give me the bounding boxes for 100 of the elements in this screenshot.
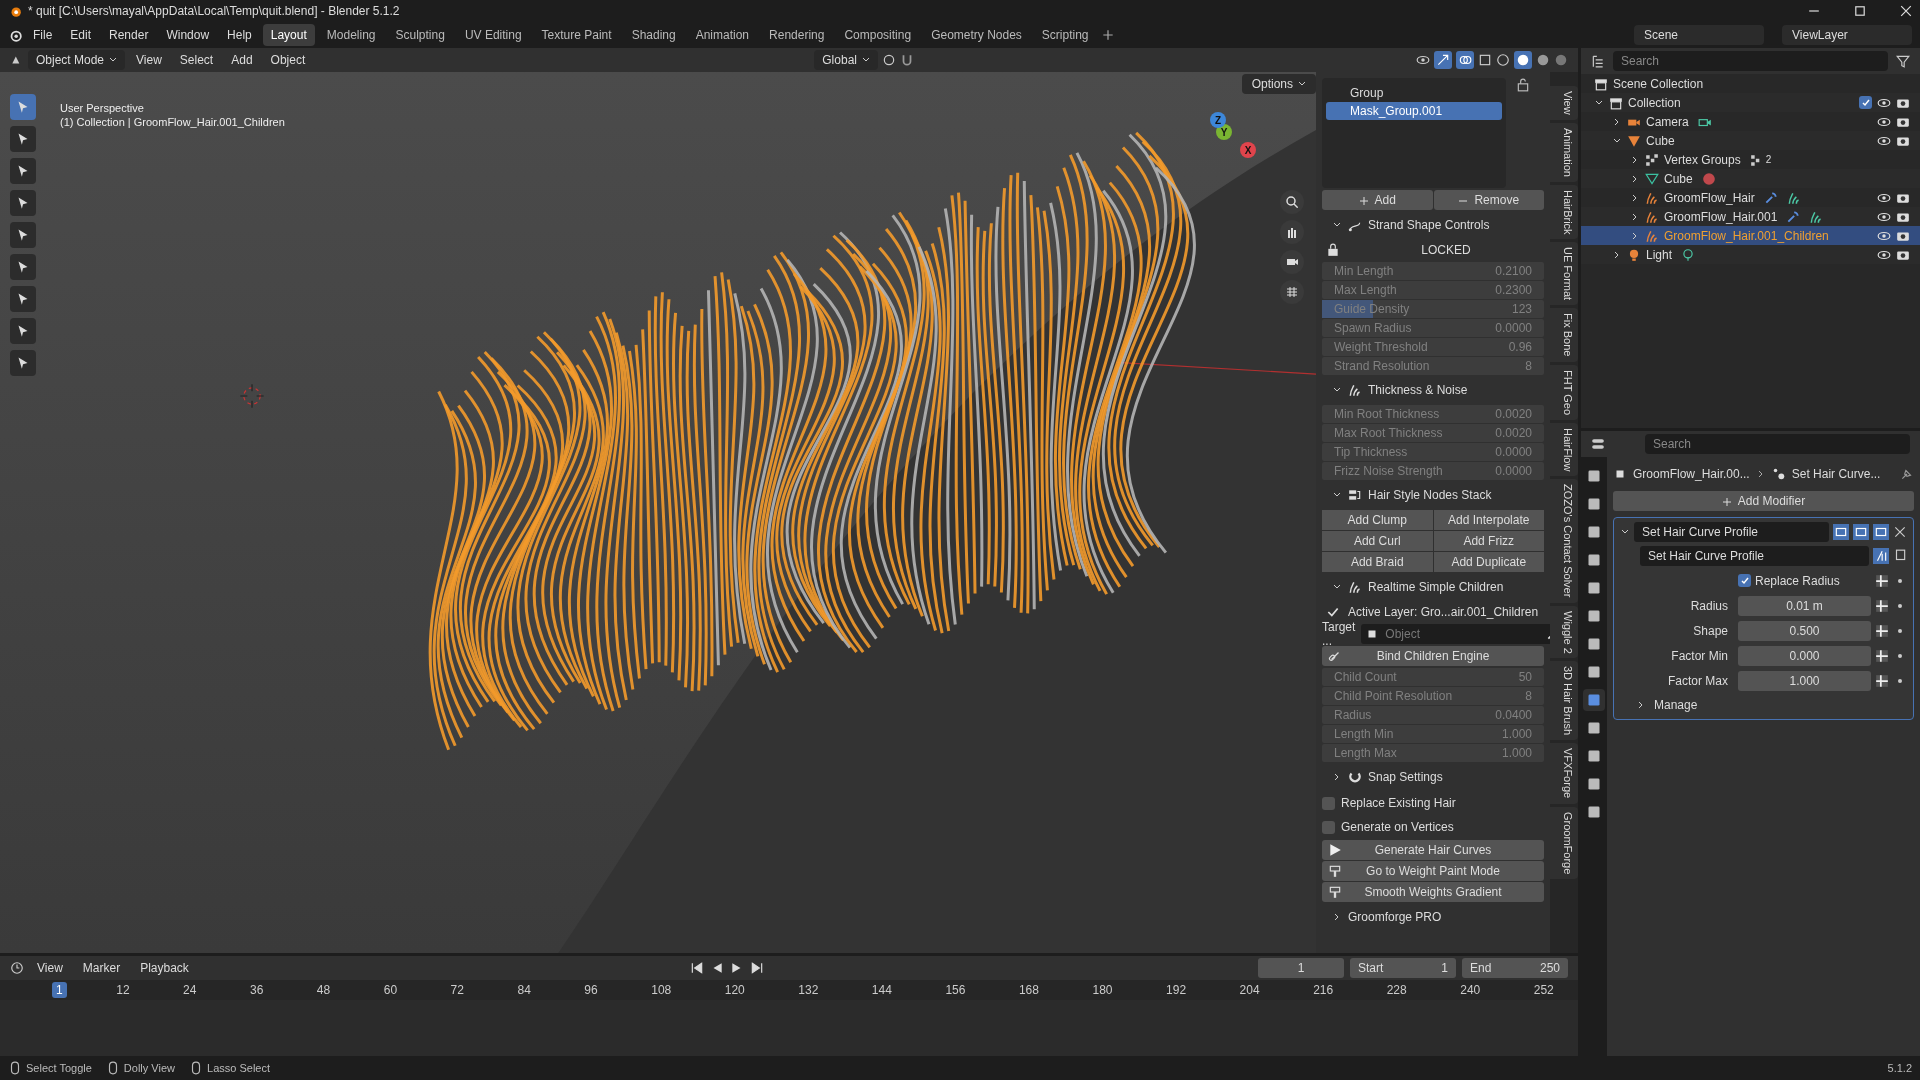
add-node-button[interactable]: Add Curl [1322,531,1433,551]
menu-item[interactable]: File [26,25,60,45]
maximize-icon[interactable] [1854,5,1866,17]
jump-start-icon[interactable] [689,961,704,975]
menu-item[interactable]: Window [159,25,217,45]
panel-header[interactable]: Thickness & Noise [1368,383,1468,397]
checkbox[interactable] [1859,96,1872,109]
sidebar-tab[interactable]: VFXForge [1550,743,1578,804]
sidebar-tab[interactable]: Wiggle 2 [1550,605,1578,659]
solid-shading-icon[interactable] [1514,51,1532,69]
object-field[interactable]: Object [1361,624,1550,644]
search-field[interactable]: Search [1613,51,1888,71]
scene-selector[interactable]: Scene [1634,25,1764,45]
remove-button[interactable]: Remove [1433,190,1544,210]
axis-ball[interactable]: X [1240,142,1256,158]
menu-item[interactable]: Help [220,25,259,45]
filter-icon[interactable] [1896,54,1910,68]
action-button[interactable]: Generate Hair Curves [1322,840,1544,860]
overlay-toggle-icon[interactable] [1456,51,1474,69]
sidebar-tab[interactable]: View [1550,86,1578,120]
panel-header[interactable]: Hair Style Nodes Stack [1368,488,1492,502]
close-icon[interactable] [1893,525,1907,539]
mode-dropdown[interactable]: Object Mode [28,50,126,70]
workspace-tab[interactable]: Shading [623,24,684,46]
workspace-tab[interactable]: UV Editing [456,24,530,46]
workspace-tab[interactable]: Layout [262,24,315,46]
node-group-icon[interactable] [1873,548,1889,564]
gizmo-toggle-icon[interactable] [1434,51,1452,69]
attribute-toggle-icon[interactable] [1875,598,1889,613]
checkbox[interactable] [1738,574,1751,587]
end-frame-field[interactable]: End 250 [1462,958,1568,978]
lock-icon[interactable] [1516,78,1530,92]
modifier-name-field[interactable]: Set Hair Curve Profile [1634,522,1829,542]
checkbox-label[interactable]: Generate on Vertices [1341,820,1454,834]
options-dropdown[interactable]: Options [1241,74,1316,94]
wrench-icon[interactable] [1763,190,1778,205]
material-shading-icon[interactable] [1536,53,1550,67]
outliner-row[interactable]: GroomFlow_Hair.001_Children [1581,226,1920,245]
action-button[interactable]: Smooth Weights Gradient [1322,882,1544,902]
add-node-button[interactable]: Add Frizz [1433,531,1544,551]
attribute-toggle-icon[interactable] [1875,673,1889,688]
vertex-group-item[interactable]: Mask_Group.001 [1326,102,1502,120]
bind-button[interactable]: Bind Children Engine [1322,646,1544,666]
visibility-icon[interactable] [1416,53,1430,67]
workspace-tab[interactable]: Geometry Nodes [923,24,1030,46]
pin-icon[interactable] [1900,467,1914,481]
add-node-button[interactable]: Add Interpolate [1433,510,1544,530]
clock-icon[interactable] [10,961,24,975]
xray-icon[interactable] [1478,53,1492,67]
number-field[interactable]: 0.500 [1738,620,1871,641]
vertex-group-item[interactable]: Group [1326,84,1502,102]
add-node-button[interactable]: Add Duplicate [1433,552,1544,572]
light-bulb-icon[interactable] [1681,247,1696,262]
start-frame-field[interactable]: Start 1 [1350,958,1456,978]
add-node-button[interactable]: Add Braid [1322,552,1433,572]
checkbox-label[interactable]: Replace Radius [1755,573,1840,588]
add-button[interactable]: Add [1322,190,1433,210]
viewport-menu[interactable]: Select [172,50,221,70]
attribute-toggle-icon[interactable] [1875,648,1889,663]
hair-strands-icon[interactable] [1809,209,1824,224]
outliner-row[interactable]: GroomFlow_Hair [1581,188,1920,207]
duplicate-icon[interactable] [1893,549,1907,563]
outliner-row[interactable]: Scene Collection [1581,74,1920,93]
workspace-tab[interactable]: Scripting [1033,24,1097,46]
viewport-menu[interactable]: Add [224,50,260,70]
checkbox[interactable] [1322,820,1335,834]
subpanel-header[interactable]: Manage [1654,698,1698,712]
sidebar-tab[interactable]: Fix Bone [1550,308,1578,362]
timeline-menu[interactable]: Marker [75,958,128,978]
panel-header[interactable]: Strand Shape Controls [1368,218,1490,232]
current-frame-field[interactable]: 1 [1258,958,1344,978]
keyframe-dot-icon[interactable] [1897,677,1903,684]
object-input[interactable]: Object [1383,626,1543,642]
outliner-row[interactable]: Vertex Groups 2 [1581,150,1920,169]
sidebar-tab[interactable]: HairFlow [1550,422,1578,477]
panel-header[interactable]: Realtime Simple Children [1368,580,1504,594]
plus-icon[interactable] [1100,28,1115,42]
checkbox-label[interactable]: Replace Existing Hair [1341,796,1456,810]
sidebar-tab[interactable]: HairBrick [1550,184,1578,240]
timeline-menu[interactable]: View [30,958,70,978]
properties-tab-icon[interactable] [1583,689,1605,711]
menu-item[interactable]: Edit [63,25,99,45]
sidebar-tab[interactable]: ZOZO's Contact Solver [1550,479,1578,603]
attribute-toggle-icon[interactable] [1875,573,1889,588]
number-field[interactable]: 1.000 [1738,670,1871,691]
panel-header[interactable]: Snap Settings [1368,770,1443,784]
menu-item[interactable]: Render [102,25,156,45]
workspace-tab[interactable]: Compositing [836,24,920,46]
workspace-tab[interactable]: Rendering [761,24,833,46]
attribute-toggle-icon[interactable] [1875,623,1889,638]
frame-ruler[interactable]: 1 12 24 36 48 60 72 84 96 108 120 132 144 156 168 180 192 204 216 228 240 252 [0,980,1578,1000]
hair-strands-icon[interactable] [1786,190,1801,205]
sidebar-tab[interactable]: 3D Hair Brush [1550,661,1578,741]
add-node-button[interactable]: Add Clump [1322,510,1433,530]
rendered-shading-icon[interactable] [1554,53,1568,67]
editor-type-icon[interactable] [1591,437,1605,451]
sidebar-tab[interactable]: UE Format [1550,242,1578,306]
sidebar-tab[interactable]: FHT Geo [1550,364,1578,420]
search-field[interactable]: Search [1645,434,1910,454]
wrench-icon[interactable] [1786,209,1801,224]
